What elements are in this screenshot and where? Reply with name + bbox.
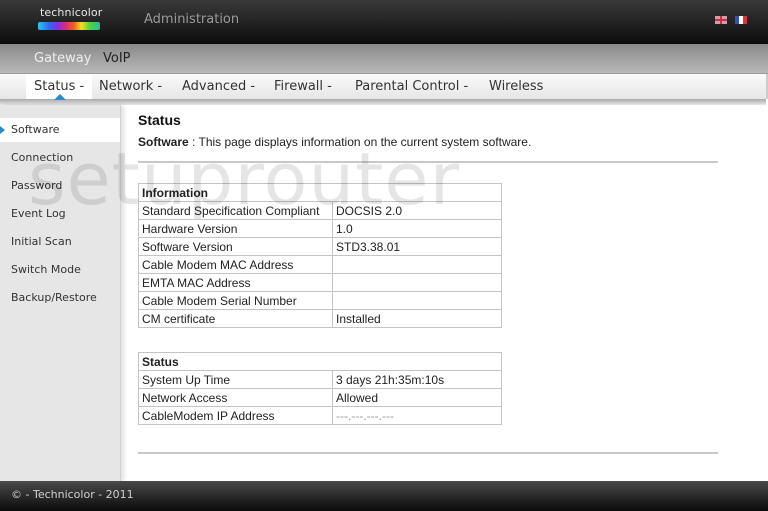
tab-firewall[interactable]: Firewall - — [274, 79, 332, 94]
row-value: Installed — [332, 309, 502, 328]
copyright-text: © - Technicolor - 2011 — [11, 488, 134, 501]
table-header-row: Information — [138, 183, 502, 202]
france-flag-icon[interactable] — [735, 16, 747, 24]
row-key: Software Version — [138, 237, 333, 256]
logo-rainbow-icon — [38, 22, 100, 30]
active-arrow-icon — [0, 126, 5, 134]
sidebar-item-label: Password — [11, 179, 63, 192]
row-value: DOCSIS 2.0 — [332, 201, 502, 220]
table-row: EMTA MAC Address — [138, 273, 502, 292]
row-value — [332, 255, 502, 274]
table-header: Status — [138, 352, 502, 371]
footer: © - Technicolor - 2011 — [0, 481, 768, 511]
table-row: System Up Time 3 days 21h:35m:10s — [138, 370, 502, 389]
sidebar-item-software[interactable]: Software — [0, 118, 120, 142]
description-separator: : — [188, 135, 199, 149]
sidebar-item-label: Switch Mode — [11, 263, 81, 276]
logo-text: technicolor — [40, 6, 103, 19]
sidebar-item-label: Software — [11, 123, 60, 136]
app-title: Administration — [144, 12, 240, 27]
top-nav-voip[interactable]: VoIP — [103, 51, 131, 66]
sidebar: Software Connection Password Event Log I… — [0, 105, 121, 481]
table-row: Cable Modem MAC Address — [138, 255, 502, 274]
top-nav: Gateway VoIP — [0, 44, 768, 74]
row-key: CM certificate — [138, 309, 333, 328]
table-row: CM certificate Installed — [138, 309, 502, 328]
sidebar-item-label: Event Log — [11, 207, 66, 220]
description-label: Software — [138, 135, 189, 149]
active-tab-caret-icon — [54, 94, 66, 100]
sidebar-item-password[interactable]: Password — [0, 174, 120, 198]
information-table: Information Standard Specification Compl… — [138, 183, 502, 328]
sidebar-item-label: Backup/Restore — [11, 291, 97, 304]
row-value: 3 days 21h:35m:10s — [332, 370, 502, 389]
sidebar-item-connection[interactable]: Connection — [0, 146, 120, 170]
tab-wireless[interactable]: Wireless — [489, 79, 543, 94]
table-row: Hardware Version 1.0 — [138, 219, 502, 238]
row-key: Cable Modem MAC Address — [138, 255, 333, 274]
sidebar-item-initial-scan[interactable]: Initial Scan — [0, 230, 120, 254]
row-key: Cable Modem Serial Number — [138, 291, 333, 310]
page-description: Software : This page displays informatio… — [138, 135, 531, 149]
tab-parental-control[interactable]: Parental Control - — [355, 79, 468, 94]
tab-advanced[interactable]: Advanced - — [182, 79, 255, 94]
technicolor-logo[interactable]: technicolor — [36, 6, 102, 34]
row-key: Hardware Version — [138, 219, 333, 238]
table-header-row: Status — [138, 352, 502, 371]
row-value — [332, 291, 502, 310]
table-row: CableModem IP Address ---.---.---.--- — [138, 406, 502, 425]
header-bar: technicolor Administration — [0, 0, 768, 44]
sidebar-item-label: Connection — [11, 151, 74, 164]
row-value — [332, 273, 502, 292]
table-row: Software Version STD3.38.01 — [138, 237, 502, 256]
uk-flag-icon[interactable] — [715, 16, 727, 24]
row-key: Network Access — [138, 388, 333, 407]
row-key: Standard Specification Compliant — [138, 201, 333, 220]
row-key: EMTA MAC Address — [138, 273, 333, 292]
sidebar-item-switch-mode[interactable]: Switch Mode — [0, 258, 120, 282]
top-nav-gateway[interactable]: Gateway — [34, 51, 91, 66]
row-value: 1.0 — [332, 219, 502, 238]
divider-bottom — [138, 452, 718, 454]
tab-network[interactable]: Network - — [99, 79, 162, 94]
sidebar-item-backup-restore[interactable]: Backup/Restore — [0, 286, 120, 310]
sub-nav: Status - Network - Advanced - Firewall -… — [0, 74, 768, 99]
table-row: Standard Specification Compliant DOCSIS 2… — [138, 201, 502, 220]
table-row: Cable Modem Serial Number — [138, 291, 502, 310]
row-value: ---.---.---.--- — [332, 406, 502, 425]
sidebar-item-event-log[interactable]: Event Log — [0, 202, 120, 226]
status-table: Status System Up Time 3 days 21h:35m:10s … — [138, 352, 502, 425]
row-key: CableModem IP Address — [138, 406, 333, 425]
divider-top — [138, 161, 718, 163]
row-key: System Up Time — [138, 370, 333, 389]
page-title: Status — [138, 112, 181, 128]
row-value: STD3.38.01 — [332, 237, 502, 256]
row-value: Allowed — [332, 388, 502, 407]
sidebar-item-label: Initial Scan — [11, 235, 72, 248]
table-row: Network Access Allowed — [138, 388, 502, 407]
table-header: Information — [138, 183, 502, 202]
description-text: This page displays information on the cu… — [198, 135, 532, 149]
